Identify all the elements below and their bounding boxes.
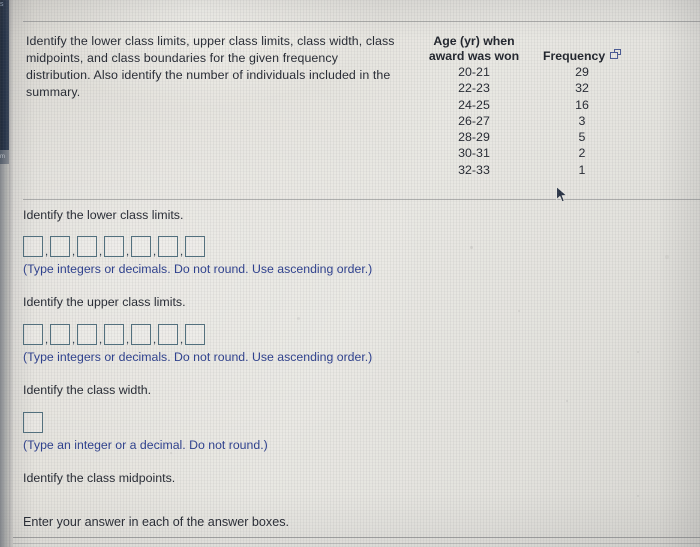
answer-box-lower-6[interactable] (158, 236, 178, 257)
footer-instruction: Enter your answer in each of the answer … (23, 515, 290, 529)
frequency-distribution-table: Age (yr) when award was won Frequency 20… (411, 34, 641, 178)
divider-bottom (13, 537, 700, 538)
table-cell-frequency: 29 (575, 65, 589, 79)
screen-photo: s m Identify the lower class limits, upp… (0, 0, 700, 547)
answer-separator: , (152, 244, 157, 258)
prompt-upper-class-limits: Identify the upper class limits. (23, 295, 186, 309)
answer-separator: , (71, 244, 76, 258)
prompt-class-midpoints: Identify the class midpoints. (23, 471, 176, 485)
divider-middle (23, 199, 700, 200)
answer-separator: , (179, 332, 184, 346)
answer-row-class-width (23, 412, 43, 433)
prompt-lower-class-limits: Identify the lower class limits. (23, 208, 184, 222)
answer-row-lower-class-limits: , , , , , , (23, 236, 205, 257)
table-row: 32-33 1 (411, 162, 641, 178)
answer-separator: , (98, 332, 103, 346)
table-row: 20-21 29 (411, 64, 641, 80)
answer-box-lower-2[interactable] (50, 236, 70, 257)
answer-separator: , (152, 332, 157, 346)
table-header-frequency-cell: Frequency (537, 49, 629, 64)
table-cell-age: 20-21 (458, 65, 490, 79)
divider-top (23, 21, 700, 22)
answer-separator: , (125, 332, 130, 346)
hint-lower-class-limits: (Type integers or decimals. Do not round… (23, 262, 373, 276)
copy-icon[interactable] (610, 49, 622, 59)
table-cell-frequency: 5 (578, 130, 586, 145)
table-row: 30-31 2 (411, 145, 641, 161)
answer-separator: , (125, 244, 130, 258)
answer-box-upper-1[interactable] (23, 324, 43, 345)
table-cell-frequency: 3 (578, 113, 586, 128)
answer-row-upper-class-limits: , , , , , , (23, 324, 205, 345)
table-cell-frequency: 1 (578, 162, 586, 177)
answer-box-lower-4[interactable] (104, 236, 124, 257)
table-header-row: Age (yr) when award was won Frequency (411, 34, 641, 64)
question-stem: Identify the lower class limits, upper c… (26, 34, 395, 99)
table-cell-age: 24-25 (458, 97, 490, 112)
hint-class-width: (Type an integer or a decimal. Do not ro… (23, 438, 268, 452)
hint-upper-class-limits: (Type integers or decimals. Do not round… (23, 350, 373, 364)
table-cell-age: 30-31 (458, 146, 490, 161)
answer-box-upper-6[interactable] (158, 324, 178, 345)
table-cell-age: 22-23 (458, 81, 490, 96)
table-row: 22-23 32 (411, 80, 641, 96)
answer-separator: , (98, 244, 103, 258)
table-cell-age: 32-33 (458, 162, 490, 177)
answer-box-upper-7[interactable] (185, 324, 205, 345)
prompt-class-width: Identify the class width. (23, 383, 152, 397)
window-left-edge-dark (0, 0, 9, 160)
dust-speck (665, 255, 669, 259)
answer-separator: , (71, 332, 76, 346)
window-left-edge-grey (0, 160, 9, 547)
answer-box-class-width[interactable] (23, 412, 43, 433)
dust-speck (170, 452, 172, 454)
table-row: 26-27 3 (411, 113, 641, 129)
table-header-frequency-label: Frequency (543, 49, 606, 63)
table-cell-age: 26-27 (458, 113, 490, 128)
answer-separator: , (44, 244, 49, 258)
table-cell-age: 28-29 (458, 130, 490, 145)
answer-separator: , (179, 244, 184, 258)
mouse-pointer-icon (556, 186, 569, 204)
table-header-age-line2: award was won (428, 49, 520, 63)
dust-speck (566, 400, 568, 402)
dust-speck (637, 495, 639, 497)
answer-box-lower-1[interactable] (23, 236, 43, 257)
dust-speck (470, 246, 473, 249)
answer-box-lower-7[interactable] (185, 236, 205, 257)
table-cell-frequency: 16 (575, 97, 589, 112)
answer-box-upper-2[interactable] (50, 324, 70, 345)
dust-speck (297, 317, 300, 320)
divider-bottom-secondary (13, 543, 700, 544)
table-cell-frequency: 32 (575, 81, 589, 96)
dust-speck (637, 351, 639, 353)
table-header-age: Age (yr) when award was won (411, 34, 537, 64)
window-left-edge-label: s (0, 1, 4, 8)
question-sheet: Identify the lower class limits, upper c… (13, 0, 700, 547)
answer-box-upper-5[interactable] (131, 324, 151, 345)
answer-box-upper-3[interactable] (77, 324, 97, 345)
table-header-age-line1: Age (yr) when (433, 34, 515, 48)
table-cell-frequency: 2 (578, 146, 586, 161)
table-row: 28-29 5 (411, 129, 641, 145)
answer-box-lower-3[interactable] (77, 236, 97, 257)
table-row: 24-25 16 (411, 97, 641, 113)
dust-speck (518, 310, 520, 312)
answer-separator: , (44, 332, 49, 346)
answer-box-upper-4[interactable] (104, 324, 124, 345)
answer-box-lower-5[interactable] (131, 236, 151, 257)
window-left-edge-tab[interactable]: m (0, 150, 9, 164)
